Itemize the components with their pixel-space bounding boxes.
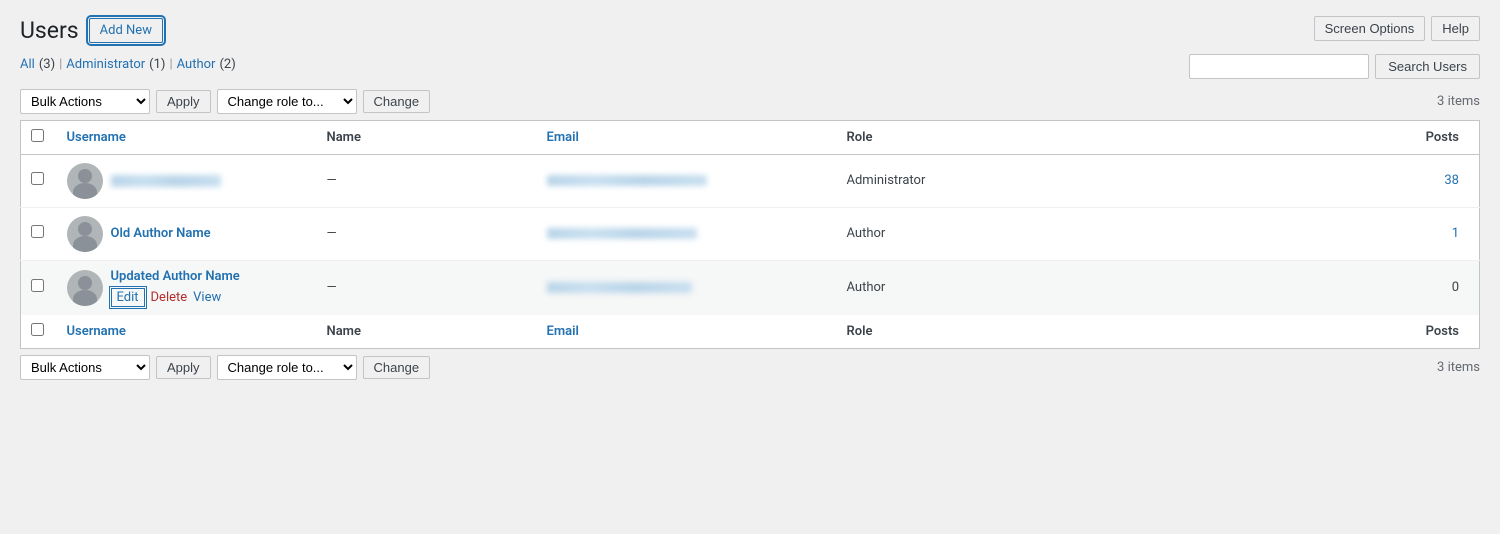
sort-username-link-bottom[interactable]: Username: [67, 324, 126, 339]
posts-link[interactable]: 1: [1452, 226, 1459, 241]
select-all-checkbox-top[interactable]: [31, 129, 44, 142]
filter-links: All (3) | Administrator (1) | Author (2): [20, 57, 236, 72]
th-username: Username: [57, 120, 317, 154]
sort-email-link-bottom[interactable]: Email: [547, 324, 579, 339]
th-checkbox: [21, 120, 57, 154]
email-cell: [537, 154, 837, 207]
row-checkbox-cell: [21, 154, 57, 207]
tfoot-checkbox-th: [21, 315, 57, 349]
blurred-email: [547, 175, 707, 186]
email-cell: [537, 260, 837, 315]
delete-action-link[interactable]: Delete: [151, 290, 188, 305]
name-cell: —: [317, 207, 537, 260]
th-name: Name: [317, 120, 537, 154]
email-cell: [537, 207, 837, 260]
username-cell: Old Author Name: [57, 207, 317, 260]
th-posts: Posts: [997, 120, 1480, 154]
username-cell: [57, 154, 317, 207]
name-cell: —: [317, 154, 537, 207]
separator-1: |: [59, 57, 62, 72]
apply-button-top[interactable]: Apply: [156, 90, 211, 113]
bulk-actions-select-bottom[interactable]: Bulk Actions: [20, 355, 150, 380]
change-role-select-top[interactable]: Change role to...: [217, 89, 357, 114]
filter-all[interactable]: All: [20, 57, 35, 72]
edit-action-link[interactable]: Edit: [111, 288, 145, 307]
change-button-bottom[interactable]: Change: [363, 356, 431, 379]
search-users-button[interactable]: Search Users: [1375, 54, 1480, 79]
tfoot-role: Role: [837, 315, 997, 349]
tfoot-name: Name: [317, 315, 537, 349]
posts-cell: 38: [997, 154, 1480, 207]
name-cell: —: [317, 260, 537, 315]
sort-username-link[interactable]: Username: [67, 130, 126, 145]
search-input[interactable]: [1189, 54, 1369, 79]
row-actions: Edit Delete View: [111, 288, 240, 307]
role-cell: Administrator: [837, 154, 997, 207]
filter-author[interactable]: Author: [177, 57, 216, 72]
select-all-checkbox-bottom[interactable]: [31, 323, 44, 336]
items-count-top: 3 items: [1437, 94, 1480, 109]
posts-cell: 1: [997, 207, 1480, 260]
filter-admin-count: (1): [149, 57, 165, 72]
th-email: Email: [537, 120, 837, 154]
bottom-toolbar: Bulk Actions Apply Change role to... Cha…: [20, 355, 1480, 380]
posts-cell: 0: [997, 260, 1480, 315]
avatar: [67, 163, 103, 199]
row-checkbox[interactable]: [31, 172, 44, 185]
blurred-username: [111, 175, 221, 187]
table-row: Updated Author Name Edit Delete View — A…: [21, 260, 1480, 315]
page-title: Users: [20, 16, 79, 46]
top-toolbar: Bulk Actions Apply Change role to... Cha…: [20, 89, 1480, 114]
change-button-top[interactable]: Change: [363, 90, 431, 113]
th-role: Role: [837, 120, 997, 154]
table-row: Old Author Name — Author 1: [21, 207, 1480, 260]
change-role-select-bottom[interactable]: Change role to...: [217, 355, 357, 380]
role-cell: Author: [837, 260, 997, 315]
row-checkbox-cell: [21, 260, 57, 315]
avatar: [67, 270, 103, 306]
username-link[interactable]: Updated Author Name: [111, 269, 240, 284]
row-checkbox[interactable]: [31, 279, 44, 292]
blurred-email: [547, 282, 692, 293]
blurred-email: [547, 228, 697, 239]
role-cell: Author: [837, 207, 997, 260]
tfoot-posts: Posts: [997, 315, 1480, 349]
filter-all-count: (3): [39, 57, 55, 72]
apply-button-bottom[interactable]: Apply: [156, 356, 211, 379]
items-count-bottom: 3 items: [1437, 360, 1480, 375]
view-action-link[interactable]: View: [193, 290, 221, 305]
tfoot-email: Email: [537, 315, 837, 349]
username-cell: Updated Author Name Edit Delete View: [57, 260, 317, 315]
avatar: [67, 216, 103, 252]
users-table: Username Name Email Role Posts: [20, 120, 1480, 349]
screen-options-button[interactable]: Screen Options: [1314, 16, 1426, 41]
tfoot-username: Username: [57, 315, 317, 349]
filter-author-count: (2): [219, 57, 235, 72]
bulk-actions-select-top[interactable]: Bulk Actions: [20, 89, 150, 114]
sort-email-link[interactable]: Email: [547, 130, 579, 145]
row-checkbox[interactable]: [31, 225, 44, 238]
username-link[interactable]: Old Author Name: [111, 226, 211, 241]
separator-2: |: [169, 57, 172, 72]
row-checkbox-cell: [21, 207, 57, 260]
table-row: — Administrator 38: [21, 154, 1480, 207]
filter-administrator[interactable]: Administrator: [66, 57, 145, 72]
posts-link[interactable]: 38: [1444, 173, 1459, 188]
add-new-button[interactable]: Add New: [89, 18, 163, 43]
help-button[interactable]: Help: [1431, 16, 1480, 41]
